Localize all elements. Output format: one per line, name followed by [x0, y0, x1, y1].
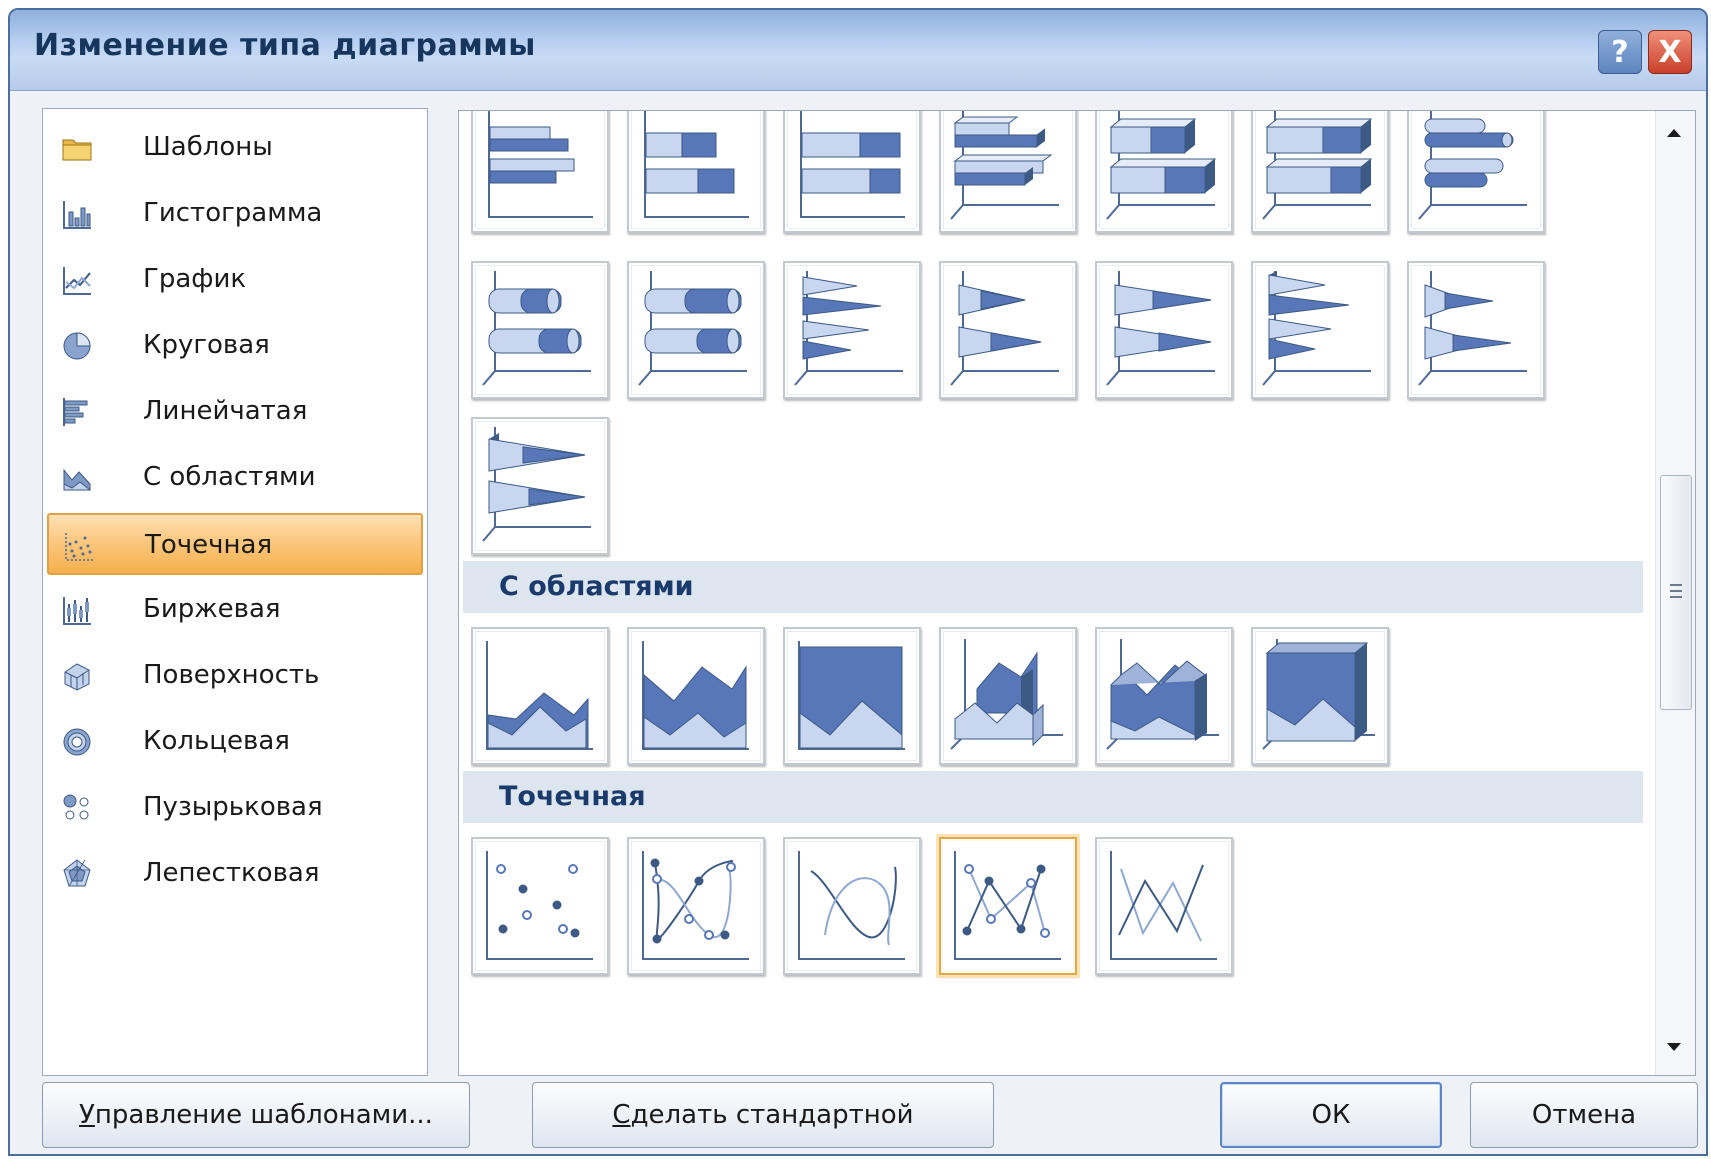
3d-100-stacked-bar-icon[interactable] — [1251, 111, 1389, 233]
grip-line — [1670, 596, 1682, 598]
pie-chart-icon — [63, 332, 91, 360]
cylinder-100-stacked-bar-icon[interactable] — [627, 261, 765, 399]
section-title: Точечная — [499, 781, 646, 812]
3d-stacked-bar-icon[interactable] — [1095, 111, 1233, 233]
mnemonic-letter: С — [612, 1100, 631, 1130]
grip-line — [1670, 590, 1682, 592]
cylinder-clustered-bar-icon[interactable] — [1407, 111, 1545, 233]
category-label: Шаблоны — [143, 132, 273, 162]
category-label: Круговая — [143, 330, 270, 360]
category-radar[interactable]: Лепестковая — [47, 843, 423, 905]
category-label: Точечная — [145, 530, 273, 560]
scatter-chart-icon — [65, 533, 93, 561]
category-scatter[interactable]: Точечная — [47, 513, 423, 575]
category-bubble[interactable]: Пузырьковая — [47, 777, 423, 839]
cone-100-stacked-bar-icon[interactable] — [1095, 261, 1233, 399]
radar-chart-icon — [63, 859, 91, 887]
category-doughnut[interactable]: Кольцевая — [47, 711, 423, 773]
category-label: Биржевая — [143, 594, 281, 624]
line-chart-icon — [63, 267, 91, 295]
category-label: Лепестковая — [143, 858, 320, 888]
scatter-markers-icon[interactable] — [471, 837, 609, 975]
button-label: правление шаблонами... — [94, 1100, 433, 1130]
ok-button[interactable]: ОК — [1220, 1082, 1442, 1148]
grip-line — [1670, 584, 1682, 586]
category-line[interactable]: График — [47, 249, 423, 311]
button-label: ОК — [1311, 1100, 1351, 1130]
category-label: Кольцевая — [143, 726, 290, 756]
scatter-smooth-markers-icon[interactable] — [627, 837, 765, 975]
100-stacked-area-icon[interactable] — [783, 627, 921, 765]
scatter-straight-lines-icon[interactable] — [1095, 837, 1233, 975]
category-label: Гистограмма — [143, 198, 323, 228]
pyramid-stacked-bar-icon[interactable] — [1407, 261, 1545, 399]
set-as-default-button[interactable]: Сделать стандартной — [532, 1082, 994, 1148]
section-title: С областями — [499, 571, 694, 602]
button-label: Отмена — [1531, 1100, 1637, 1130]
gallery-scrollbar[interactable] — [1655, 111, 1695, 1075]
category-surface[interactable]: Поверхность — [47, 645, 423, 707]
chart-subtype-gallery: С областями Точечная — [458, 110, 1696, 1076]
scatter-straight-markers-icon[interactable] — [939, 837, 1077, 975]
scrollbar-thumb[interactable] — [1660, 475, 1692, 710]
cancel-button[interactable]: Отмена — [1470, 1082, 1698, 1148]
category-label: С областями — [143, 462, 316, 492]
3d-100-stacked-area-icon[interactable] — [1251, 627, 1389, 765]
category-column[interactable]: Гистограмма — [47, 183, 423, 245]
bubble-chart-icon — [63, 794, 89, 820]
change-chart-type-dialog: Изменение типа диаграммы ? X Шаблоны Гис… — [8, 8, 1708, 1156]
scroll-up-arrow-icon[interactable] — [1667, 129, 1681, 137]
stacked-area-icon[interactable] — [627, 627, 765, 765]
stacked-bar-icon[interactable] — [627, 111, 765, 233]
area-chart-icon — [63, 468, 92, 491]
3d-stacked-area-icon[interactable] — [1095, 627, 1233, 765]
cone-clustered-bar-icon[interactable] — [783, 261, 921, 399]
surface-chart-icon — [64, 663, 90, 691]
category-label: Поверхность — [143, 660, 320, 690]
100-stacked-bar-icon[interactable] — [783, 111, 921, 233]
mnemonic-letter: У — [79, 1100, 95, 1130]
section-area: С областями — [463, 561, 1643, 613]
column-chart-icon — [63, 201, 91, 229]
button-label: делать стандартной — [630, 1100, 914, 1130]
category-stock[interactable]: Биржевая — [47, 579, 423, 641]
manage-templates-button[interactable]: Управление шаблонами... — [42, 1082, 470, 1148]
3d-clustered-bar-icon[interactable] — [939, 111, 1077, 233]
folder-icon — [62, 139, 92, 161]
stock-chart-icon — [63, 597, 91, 625]
title-bar[interactable]: Изменение типа диаграммы ? X — [10, 10, 1706, 91]
cylinder-stacked-bar-icon[interactable] — [471, 261, 609, 399]
scatter-smooth-lines-icon[interactable] — [783, 837, 921, 975]
area-icon[interactable] — [471, 627, 609, 765]
cone-stacked-bar-icon[interactable] — [939, 261, 1077, 399]
category-pie[interactable]: Круговая — [47, 315, 423, 377]
doughnut-chart-icon — [63, 728, 91, 756]
category-label: Пузырьковая — [143, 792, 323, 822]
help-icon: ? — [1611, 34, 1629, 70]
pyramid-clustered-bar-icon[interactable] — [1251, 261, 1389, 399]
close-icon: X — [1658, 34, 1682, 70]
pyramid-100-stacked-bar-icon[interactable] — [471, 417, 609, 555]
chart-category-list: Шаблоны Гистограмма График Круговая Лине… — [42, 108, 428, 1076]
section-scatter: Точечная — [463, 771, 1643, 823]
dialog-title: Изменение типа диаграммы — [34, 28, 536, 63]
category-bar[interactable]: Линейчатая — [47, 381, 423, 443]
close-button[interactable]: X — [1648, 30, 1692, 74]
bar-chart-icon — [63, 398, 88, 426]
category-label: Линейчатая — [143, 396, 308, 426]
category-area[interactable]: С областями — [47, 447, 423, 509]
clustered-bar-icon[interactable] — [471, 111, 609, 233]
help-button[interactable]: ? — [1598, 30, 1642, 74]
category-templates[interactable]: Шаблоны — [47, 117, 423, 179]
category-label: График — [143, 264, 247, 294]
scroll-down-arrow-icon[interactable] — [1667, 1043, 1681, 1051]
3d-area-icon[interactable] — [939, 627, 1077, 765]
